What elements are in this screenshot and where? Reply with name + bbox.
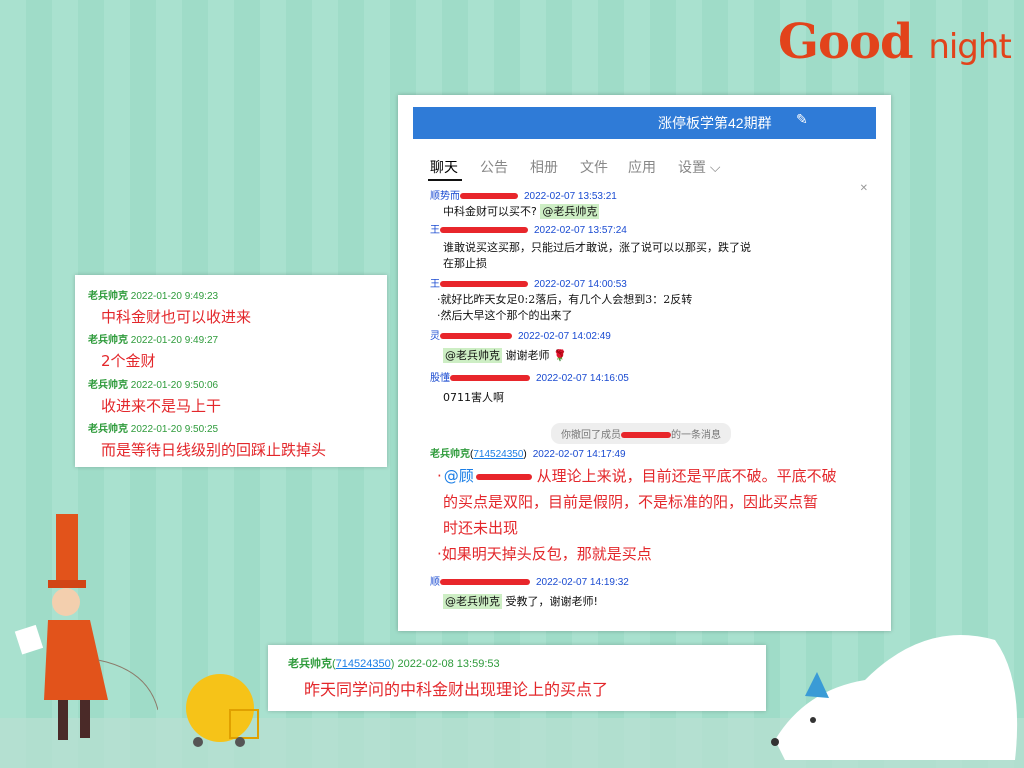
message-header: 王 2022-02-07 14:00:53: [430, 279, 627, 290]
message-header: 老兵帅克 2022-01-20 9:49:27: [88, 335, 219, 346]
tab-settings[interactable]: 设置 ⌵: [678, 157, 721, 177]
message-header: 顺势而 2022-02-07 13:53:21: [430, 191, 617, 202]
message-text: · @顾 从理论上来说，目前还是平底不破。平底不破: [437, 467, 837, 485]
message-text: ·就好比昨天女足0:2落后，有几个人会想到3：2反转: [437, 293, 693, 306]
message-header: 顺 2022-02-07 14:19:32: [430, 577, 629, 588]
tab-album[interactable]: 相册: [530, 157, 558, 177]
message-text: 谁敢说买这买那，只能过后才敢说，涨了说可以以那买，跌了说: [443, 241, 751, 254]
message-text: @老兵帅克 受教了，谢谢老师!: [443, 594, 598, 609]
message-header: 股懂 2022-02-07 14:16:05: [430, 373, 629, 384]
message-text: 而是等待日线级别的回踩止跌掉头: [101, 441, 327, 459]
message-list[interactable]: ✕ 顺势而 2022-02-07 13:53:21 中科金财可以买不? @老兵帅克…: [413, 181, 876, 621]
message-header: 老兵帅克(714524350) 2022-02-08 13:59:53: [288, 658, 500, 670]
tab-chat[interactable]: 聊天: [430, 157, 458, 177]
message-header: 老兵帅克 2022-01-20 9:50:25: [88, 424, 219, 435]
walking-man-illustration: [14, 514, 158, 740]
good-night-logo: Good night: [778, 14, 1012, 70]
chat-window: 涨停板学第42期群 ✎ 聊天 公告 相册 文件 应用 设置 ⌵ ✕ 顺势而 202…: [398, 95, 891, 631]
tab-apps[interactable]: 应用: [628, 157, 656, 177]
quoted-message-card: 老兵帅克(714524350) 2022-02-08 13:59:53 昨天同学…: [268, 645, 766, 711]
message-text: 昨天同学问的中科金财出现理论上的买点了: [304, 680, 609, 699]
message-text: 在那止损: [443, 257, 487, 270]
chick-in-cart-illustration: [186, 674, 259, 747]
message-header: 老兵帅克(714524350) 2022-02-07 14:17:49: [430, 449, 626, 460]
message-text: 的买点是双阳，目前是假阴，不是标准的阳，因此买点暂: [443, 493, 819, 511]
tab-files[interactable]: 文件: [580, 157, 608, 177]
quoted-messages-card: 老兵帅克 2022-01-20 9:49:23 中科金财也可以收进来 老兵帅克 …: [75, 275, 387, 467]
recall-notice: 你撤回了成员 的一条消息: [551, 423, 731, 444]
group-title: 涨停板学第42期群: [658, 115, 772, 131]
tab-announcement[interactable]: 公告: [480, 157, 508, 177]
edit-icon[interactable]: ✎: [796, 112, 808, 128]
message-text: 2个金财: [101, 352, 156, 370]
message-text: 收进来不是马上干: [101, 397, 222, 415]
message-header: 灵 2022-02-07 14:02:49: [430, 331, 611, 342]
message-text: 中科金财也可以收进来: [101, 308, 252, 326]
message-text: 中科金财可以买不? @老兵帅克: [443, 204, 600, 219]
message-header: 王 2022-02-07 13:57:24: [430, 225, 627, 236]
chat-tabs: 聊天 公告 相册 文件 应用 设置 ⌵: [413, 153, 876, 181]
message-text: ·然后大早这个那个的出来了: [437, 309, 573, 322]
message-text: @老兵帅克 谢谢老师 🌹: [443, 348, 567, 363]
message-header: 老兵帅克 2022-01-20 9:49:23: [88, 291, 219, 302]
close-icon[interactable]: ✕: [860, 183, 868, 194]
chat-header: 涨停板学第42期群 ✎: [413, 107, 876, 139]
rose-icon: 🌹: [553, 349, 567, 362]
message-text: 0711害人啊: [443, 391, 504, 404]
message-text: ·如果明天掉头反包，那就是买点: [437, 545, 652, 563]
polar-bear-illustration: [771, 635, 1018, 760]
message-header: 老兵帅克 2022-01-20 9:50:06: [88, 380, 219, 391]
message-text: 时还未出现: [443, 519, 519, 537]
